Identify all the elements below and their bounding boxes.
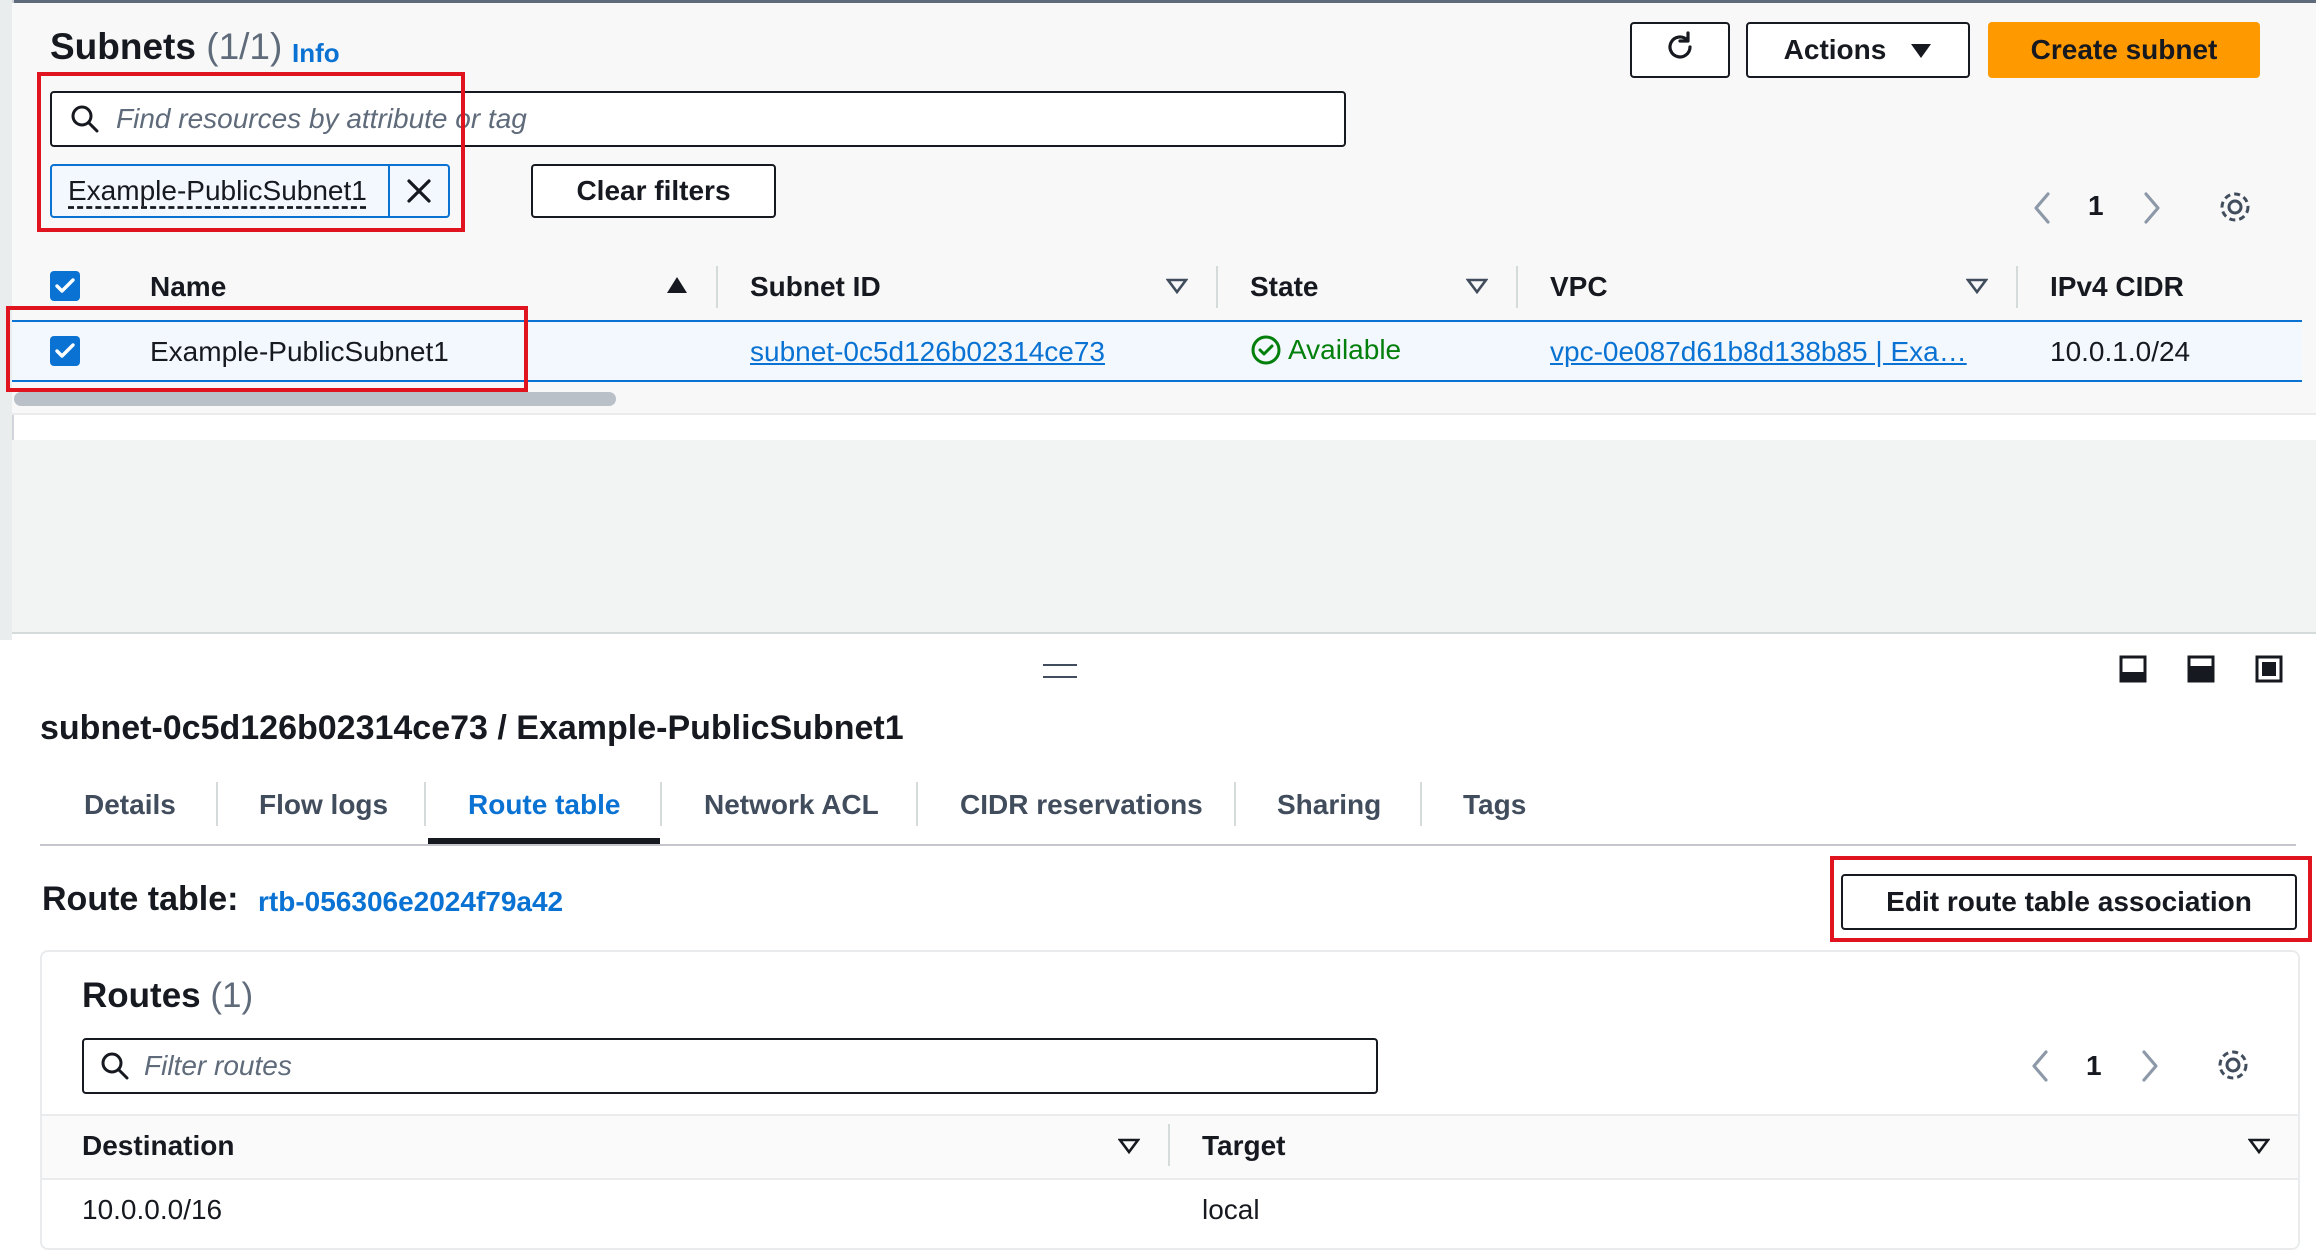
- column-destination[interactable]: Destination: [82, 1130, 234, 1162]
- chevron-right-icon[interactable]: [2140, 190, 2164, 231]
- info-link[interactable]: Info: [292, 38, 340, 69]
- create-subnet-label: Create subnet: [2030, 34, 2218, 65]
- gear-icon[interactable]: [2216, 188, 2254, 231]
- caret-down-icon: [1910, 34, 1932, 66]
- refresh-button[interactable]: [1630, 22, 1730, 78]
- routes-title-text: Routes: [82, 976, 201, 1015]
- routes-count: (1): [210, 976, 254, 1015]
- column-state[interactable]: State: [1250, 271, 1318, 303]
- panel-half-icon[interactable]: [2186, 654, 2216, 689]
- tab-separator: [660, 782, 662, 826]
- tab-separator: [216, 782, 218, 826]
- column-separator: [1516, 266, 1518, 308]
- refresh-icon: [1662, 29, 1698, 72]
- active-tab-indicator: [428, 838, 660, 844]
- check-circle-icon: [1250, 334, 1282, 366]
- sort-icon[interactable]: [1965, 278, 1989, 299]
- highlight-box-search: [37, 72, 465, 232]
- tab-details[interactable]: Details: [84, 789, 176, 821]
- drag-handle-icon[interactable]: [1043, 664, 1077, 678]
- routes-page-number[interactable]: 1: [2086, 1050, 2102, 1082]
- routes-title: Routes (1): [82, 976, 253, 1016]
- panel-bottom-icon[interactable]: [2118, 654, 2148, 689]
- chevron-left-icon[interactable]: [2028, 1048, 2052, 1089]
- tabs-underline: [40, 844, 2296, 846]
- column-target[interactable]: Target: [1202, 1130, 1286, 1162]
- subnets-count: (1/1): [206, 26, 283, 67]
- route-table-label: Route table:: [42, 880, 239, 918]
- actions-label: Actions: [1783, 34, 1887, 65]
- chevron-right-icon[interactable]: [2138, 1048, 2162, 1089]
- column-separator: [716, 266, 718, 308]
- sort-asc-icon[interactable]: [666, 276, 688, 299]
- sort-icon[interactable]: [1465, 278, 1489, 299]
- create-subnet-button[interactable]: Create subnet: [1988, 22, 2260, 78]
- tab-separator: [1234, 782, 1236, 826]
- column-separator: [2016, 266, 2018, 308]
- tab-separator: [1420, 782, 1422, 826]
- route-table-link[interactable]: rtb-056306e2024f79a42: [258, 886, 563, 918]
- clear-filters-button[interactable]: Clear filters: [531, 164, 776, 218]
- column-separator: [1216, 266, 1218, 308]
- left-edge-lower: [0, 640, 12, 1253]
- column-name[interactable]: Name: [150, 271, 226, 303]
- details-heading: subnet-0c5d126b02314ce73 / Example-Publi…: [40, 709, 904, 747]
- page-title: Subnets (1/1): [50, 26, 282, 68]
- highlight-box-row: [6, 306, 528, 392]
- column-ipv4-cidr[interactable]: IPv4 CIDR: [2050, 271, 2184, 303]
- tab-separator: [916, 782, 918, 826]
- tab-route-table[interactable]: Route table: [468, 789, 620, 821]
- ipv4-cidr: 10.0.1.0/24: [2050, 336, 2191, 367]
- horizontal-scrollbar[interactable]: [14, 392, 616, 406]
- page-number[interactable]: 1: [2088, 190, 2104, 222]
- panel-full-icon[interactable]: [2254, 654, 2284, 689]
- tab-tags[interactable]: Tags: [1463, 789, 1526, 821]
- select-all-checkbox[interactable]: [50, 271, 80, 301]
- empty-area: [12, 440, 2316, 632]
- subnet-id-link[interactable]: subnet-0c5d126b02314ce73: [750, 336, 1105, 368]
- sort-icon[interactable]: [1165, 278, 1189, 299]
- column-separator: [1168, 1124, 1170, 1166]
- subnets-title: Subnets: [50, 26, 196, 67]
- column-subnet-id[interactable]: Subnet ID: [750, 271, 881, 303]
- chevron-left-icon[interactable]: [2030, 190, 2054, 231]
- route-target: local: [1202, 1194, 1260, 1225]
- routes-table-header: [42, 1114, 2298, 1180]
- sort-icon[interactable]: [2247, 1138, 2271, 1159]
- state-text: Available: [1288, 334, 1402, 365]
- tab-flow-logs[interactable]: Flow logs: [259, 789, 388, 821]
- status-badge: Available: [1250, 334, 1401, 366]
- search-icon: [100, 1051, 130, 1081]
- column-vpc[interactable]: VPC: [1550, 271, 1608, 303]
- tab-network-acl[interactable]: Network ACL: [704, 789, 879, 821]
- table-row: [42, 1178, 2298, 1240]
- tab-sharing[interactable]: Sharing: [1277, 789, 1381, 821]
- route-destination: 10.0.0.0/16: [82, 1194, 223, 1225]
- filter-routes-input[interactable]: Filter routes: [82, 1038, 1378, 1094]
- sort-icon[interactable]: [1117, 1138, 1141, 1159]
- tab-separator: [424, 782, 426, 826]
- highlight-box-edit: [1830, 856, 2312, 942]
- gear-icon[interactable]: [2214, 1046, 2252, 1089]
- filter-routes-placeholder: Filter routes: [144, 1050, 292, 1081]
- actions-button[interactable]: Actions: [1746, 22, 1970, 78]
- vpc-link[interactable]: vpc-0e087d61b8d138b85 | Exa…: [1550, 336, 1967, 368]
- tab-cidr-reservations[interactable]: CIDR reservations: [960, 789, 1203, 821]
- clear-filters-label: Clear filters: [576, 175, 731, 206]
